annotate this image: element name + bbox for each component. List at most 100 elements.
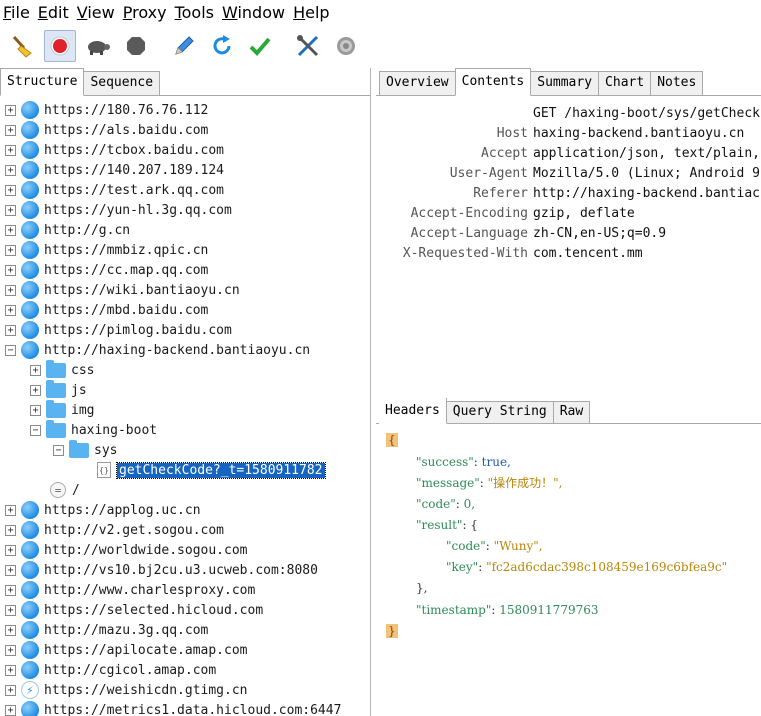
turtle-icon[interactable]: [82, 30, 114, 62]
tree-host-row[interactable]: + http://vs10.bj2cu.u3.ucweb.com:8080: [5, 560, 318, 580]
tree-host-row[interactable]: + https://cc.map.qq.com: [5, 260, 208, 280]
expand-toggle-icon[interactable]: +: [5, 184, 16, 196]
menu-proxy[interactable]: Proxy: [120, 1, 170, 25]
expand-toggle-icon[interactable]: +: [5, 704, 16, 716]
tab-contents[interactable]: Contents: [454, 68, 532, 96]
collapse-toggle-icon[interactable]: −: [53, 444, 64, 456]
pen-icon[interactable]: [168, 30, 200, 62]
tree-folder-row[interactable]: − sys: [53, 439, 118, 460]
tab-query-string[interactable]: Query String: [445, 401, 554, 423]
expand-toggle-icon[interactable]: +: [30, 364, 41, 376]
tree-host-row[interactable]: + https://selected.hicloud.com: [5, 600, 263, 620]
header-value: haxing-backend.bantiaoyu.cn: [533, 126, 745, 141]
tab-overview[interactable]: Overview: [379, 71, 456, 95]
tree-folder-row[interactable]: − haxing-boot: [30, 419, 157, 440]
expand-toggle-icon[interactable]: +: [5, 304, 16, 316]
expand-toggle-icon[interactable]: +: [5, 104, 16, 116]
expand-toggle-icon[interactable]: +: [5, 264, 16, 276]
tab-raw[interactable]: Raw: [552, 401, 591, 423]
expand-toggle-icon[interactable]: +: [30, 404, 41, 416]
menu-help[interactable]: Help: [290, 1, 332, 25]
tab-notes[interactable]: Notes: [650, 71, 704, 95]
expand-toggle-icon[interactable]: +: [5, 324, 16, 336]
tree-host-row[interactable]: + https://140.207.189.124: [5, 160, 224, 180]
tree-folder-row[interactable]: + css: [30, 359, 94, 380]
expand-toggle-icon[interactable]: +: [5, 604, 16, 616]
collapse-toggle-icon[interactable]: −: [30, 424, 41, 436]
menu-file[interactable]: File: [0, 1, 33, 25]
tree-host-row[interactable]: + http://cgicol.amap.com: [5, 660, 216, 680]
tab-headers[interactable]: Headers: [379, 398, 447, 424]
tree-folder-row[interactable]: + img: [30, 399, 94, 420]
expand-toggle-icon[interactable]: +: [5, 584, 16, 596]
tree-host-row[interactable]: + http://worldwide.sogou.com: [5, 540, 248, 560]
tree-file-row[interactable]: {} getCheckCode?_t=1580911782: [97, 460, 326, 480]
tree-root-row[interactable]: = /: [50, 480, 80, 500]
request-header-row[interactable]: X-Requested-With com.tencent.mm: [376, 244, 761, 264]
tree-host-row[interactable]: + https://applog.uc.cn: [5, 500, 201, 520]
tree-host-row[interactable]: + https://als.baidu.com: [5, 120, 208, 140]
request-header-row[interactable]: User-Agent Mozilla/5.0 (Linux; Android 9: [376, 164, 761, 184]
json-colon: :: [485, 539, 494, 553]
expand-toggle-icon[interactable]: +: [5, 244, 16, 256]
settings-icon[interactable]: [330, 30, 362, 62]
expand-toggle-icon[interactable]: +: [5, 144, 16, 156]
expand-toggle-icon[interactable]: +: [5, 204, 16, 216]
stop-icon[interactable]: [120, 30, 152, 62]
tree-host-row[interactable]: + http://g.cn: [5, 220, 130, 240]
expand-toggle-icon[interactable]: +: [5, 284, 16, 296]
tree-host-row[interactable]: + https://pimlog.baidu.com: [5, 320, 232, 340]
menu-window[interactable]: Window: [219, 1, 288, 25]
tree-host-row[interactable]: + https://180.76.76.112: [5, 100, 208, 120]
tab-summary[interactable]: Summary: [530, 71, 600, 95]
request-header-row[interactable]: Accept-Encoding gzip, deflate: [376, 204, 761, 224]
request-header-row[interactable]: Host haxing-backend.bantiaoyu.cn: [376, 124, 761, 144]
expand-toggle-icon[interactable]: +: [5, 644, 16, 656]
expand-toggle-icon[interactable]: +: [5, 544, 16, 556]
broom-icon[interactable]: [6, 30, 38, 62]
header-name: Accept: [481, 146, 528, 161]
check-icon[interactable]: [244, 30, 276, 62]
expand-toggle-icon[interactable]: +: [5, 164, 16, 176]
collapse-toggle-icon[interactable]: −: [5, 344, 16, 356]
request-header-row[interactable]: Accept application/json, text/plain,: [376, 144, 761, 164]
request-header-row[interactable]: Referer http://haxing-backend.bantiac: [376, 184, 761, 204]
expand-toggle-icon[interactable]: +: [5, 684, 16, 696]
tree-host-row[interactable]: + http://www.charlesproxy.com: [5, 580, 255, 600]
request-header-row[interactable]: Accept-Language zh-CN,en-US;q=0.9: [376, 224, 761, 244]
menu-tools[interactable]: Tools: [172, 1, 217, 25]
tree-host-row[interactable]: + https://wiki.bantiaoyu.cn: [5, 280, 240, 300]
tree-host-row[interactable]: + http://v2.get.sogou.com: [5, 520, 224, 540]
tree-folder-label: sys: [94, 442, 118, 458]
expand-toggle-icon[interactable]: +: [5, 124, 16, 136]
tab-structure[interactable]: Structure: [0, 68, 85, 96]
tree-host-row[interactable]: + https://test.ark.qq.com: [5, 180, 224, 200]
expand-toggle-icon[interactable]: +: [5, 624, 16, 636]
tree-host-row[interactable]: − http://haxing-backend.bantiaoyu.cn: [5, 340, 310, 360]
expand-toggle-icon[interactable]: +: [5, 504, 16, 516]
tab-chart[interactable]: Chart: [598, 71, 652, 95]
tree-host-row[interactable]: + http://mazu.3g.qq.com: [5, 620, 208, 640]
expand-toggle-icon[interactable]: +: [5, 524, 16, 536]
tab-sequence[interactable]: Sequence: [83, 71, 161, 95]
expand-toggle-icon[interactable]: +: [30, 384, 41, 396]
tree-host-row[interactable]: + https://apilocate.amap.com: [5, 640, 248, 660]
request-header-row[interactable]: GET /haxing-boot/sys/getCheck: [376, 104, 761, 124]
tree-folder-row[interactable]: + js: [30, 379, 87, 400]
refresh-icon[interactable]: [206, 30, 238, 62]
tree-host-row[interactable]: + https://metrics1.data.hicloud.com:6447: [5, 700, 341, 716]
tree-host-row[interactable]: + ⚡ https://weishicdn.gtimg.cn: [5, 680, 248, 700]
menu-view[interactable]: View: [74, 1, 118, 25]
tree-host-row[interactable]: + https://mbd.baidu.com: [5, 300, 208, 320]
tree-host-label: https://tcbox.baidu.com: [44, 142, 225, 158]
tree-host-row[interactable]: + https://tcbox.baidu.com: [5, 140, 224, 160]
tools-icon[interactable]: [292, 30, 324, 62]
expand-toggle-icon[interactable]: +: [5, 224, 16, 236]
tree-host-row[interactable]: + https://yun-hl.3g.qq.com: [5, 200, 232, 220]
header-value: http://haxing-backend.bantiac: [533, 186, 760, 201]
expand-toggle-icon[interactable]: +: [5, 564, 16, 576]
record-icon[interactable]: [44, 30, 76, 62]
menu-edit[interactable]: Edit: [35, 1, 72, 25]
expand-toggle-icon[interactable]: +: [5, 664, 16, 676]
tree-host-row[interactable]: + https://mmbiz.qpic.cn: [5, 240, 208, 260]
